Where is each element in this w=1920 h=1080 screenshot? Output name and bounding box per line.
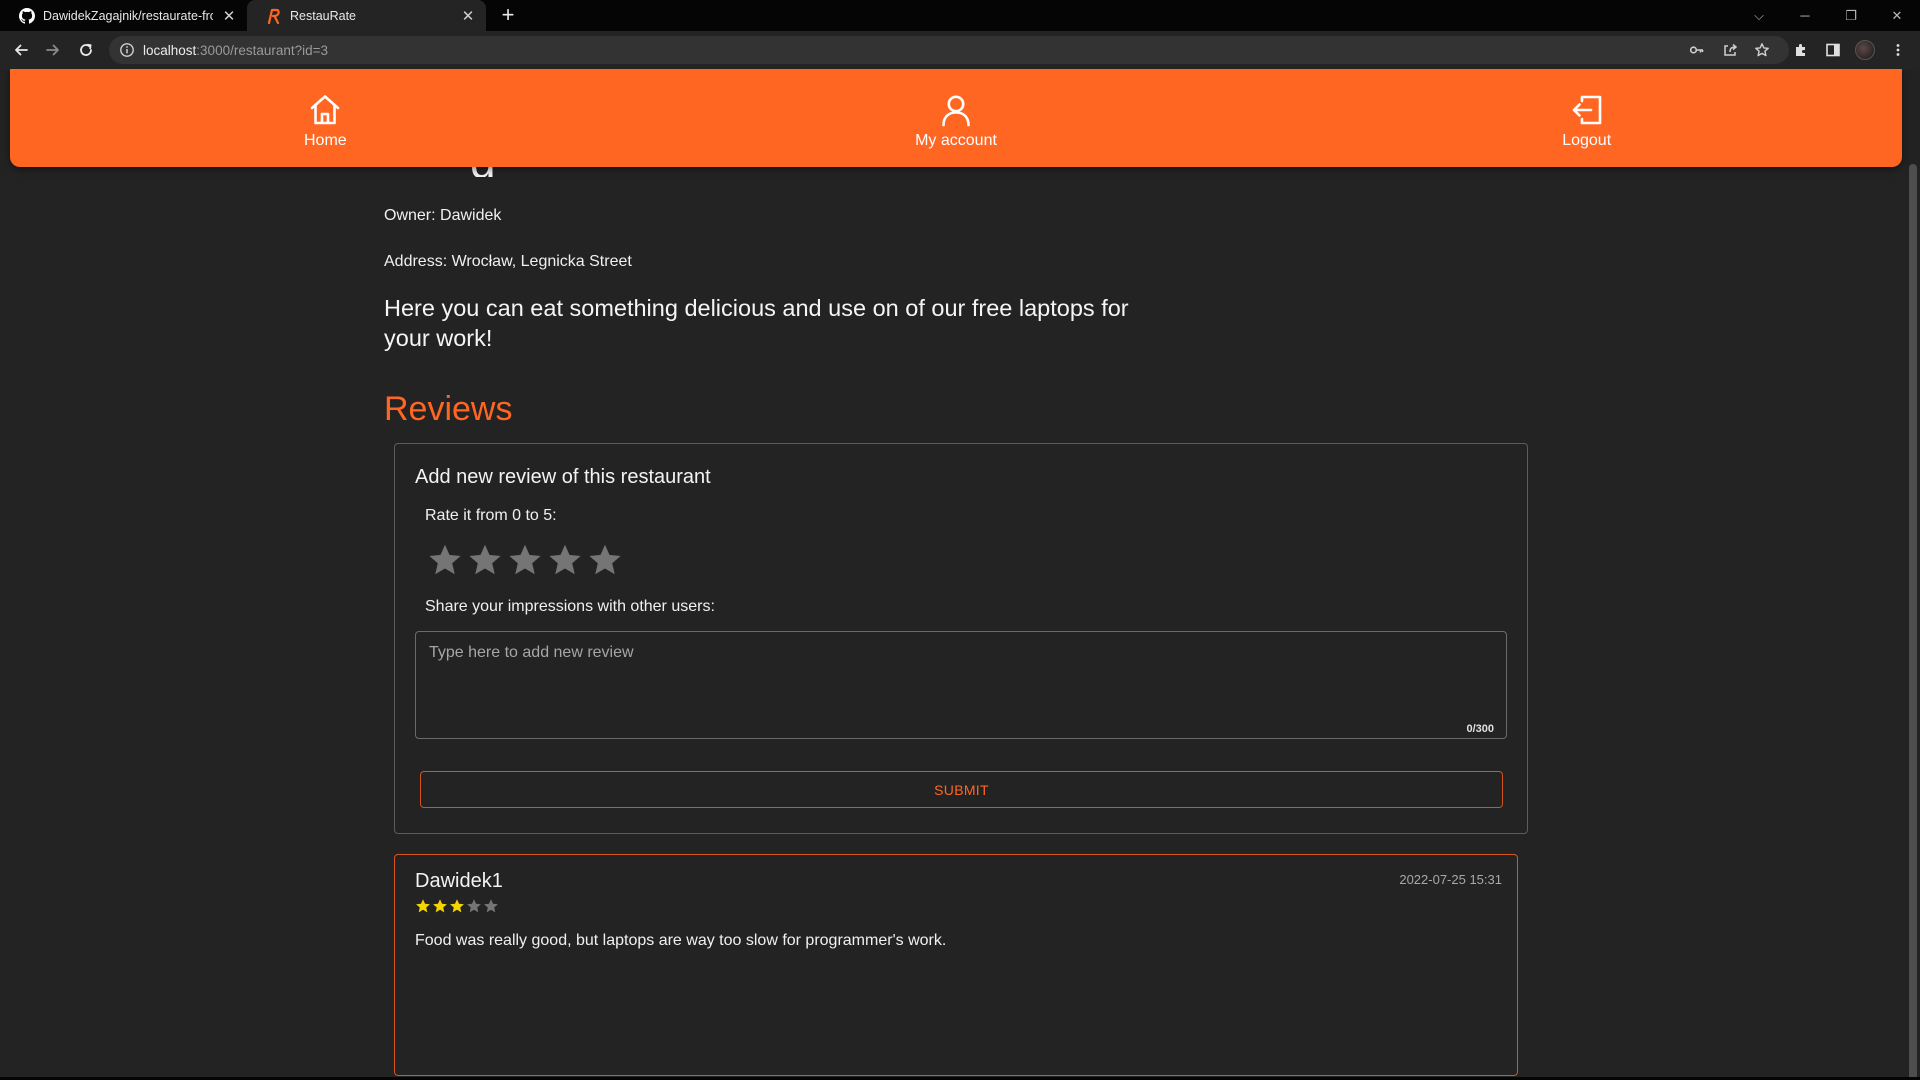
home-icon [311,95,340,125]
review-date: 2022-07-25 15:31 [1399,872,1502,887]
reload-button[interactable] [71,31,101,69]
close-icon[interactable]: ✕ [221,8,237,25]
nav-label: Home [303,132,347,149]
share-label: Share your impressions with other users: [425,598,715,615]
bookmark-star-icon[interactable] [1748,31,1776,69]
tab-search-icon[interactable]: ⌵ [1736,0,1782,31]
nav-my-account[interactable]: My account [641,69,1272,167]
review-author: Dawidek1 [415,870,503,892]
star-empty-icon[interactable] [587,542,623,578]
add-review-form: Add new review of this restaurant Rate i… [394,443,1528,834]
user-icon [942,95,970,127]
star-empty-icon [467,899,481,913]
star-empty-icon[interactable] [467,542,503,578]
star-empty-icon[interactable] [547,542,583,578]
page-viewport: Home My account Logout g Owner: Dawidek … [0,69,1920,1080]
window-close-button[interactable]: ✕ [1874,0,1920,31]
kebab-menu-icon[interactable] [1884,31,1912,69]
arrow-right-icon [46,44,59,56]
rate-label: Rate it from 0 to 5: [425,507,557,524]
arrow-left-icon [15,44,28,56]
side-panel-icon[interactable] [1819,31,1847,69]
review-text: Food was really good, but laptops are wa… [415,932,947,949]
reload-icon [80,43,92,56]
scrollbar-thumb[interactable] [1909,164,1917,1080]
extensions-icon[interactable] [1787,31,1815,69]
browser-tab-github[interactable]: DawidekZagajnik/restaurate-fron ✕ [0,0,247,31]
restaurant-address: Address: Wrocław, Legnicka Street [384,253,632,270]
review-card: Dawidek1 2022-07-25 15:31 Food was reall… [394,854,1518,1076]
star-filled-icon [450,899,464,913]
review-rating [415,898,499,914]
logout-icon [1572,95,1601,125]
star-filled-icon [416,899,430,913]
reviews-heading: Reviews [384,390,513,428]
browser-tab-restaurate[interactable]: RestauRate ✕ [247,0,486,31]
new-tab-button[interactable]: + [497,4,519,27]
nav-logout[interactable]: Logout [1271,69,1902,167]
star-empty-icon [484,899,498,913]
back-button[interactable] [6,31,36,69]
browser-tab-strip: DawidekZagajnik/restaurate-fron ✕ Restau… [0,0,1920,31]
nav-label: My account [915,132,997,149]
minimize-button[interactable]: ─ [1782,0,1828,31]
star-empty-icon[interactable] [507,542,543,578]
restore-button[interactable]: ❐ [1828,0,1874,31]
browser-toolbar: localhost:3000/restaurant?id=3 [0,31,1920,69]
restaurant-owner: Owner: Dawidek [384,207,502,224]
tab-title: DawidekZagajnik/restaurate-fron [43,8,213,23]
profile-avatar[interactable] [1851,31,1879,69]
github-icon [19,7,35,24]
tab-title: RestauRate [290,8,357,23]
url-host: localhost [143,42,197,58]
scrollbar[interactable] [1906,69,1920,1080]
restaurate-logo-icon [267,8,280,24]
nav-label: Logout [1562,132,1612,149]
nav-home[interactable]: Home [10,69,641,167]
app-navbar: Home My account Logout [10,69,1902,167]
restaurant-description: Here you can eat something delicious and… [384,295,1129,351]
submit-button[interactable]: SUBMIT [420,771,1503,808]
character-counter: 0/300 [1466,723,1494,735]
close-icon[interactable]: ✕ [460,8,476,25]
share-icon[interactable] [1716,31,1744,69]
avatar [1855,40,1875,60]
forward-button[interactable] [38,31,68,69]
key-icon[interactable] [1683,31,1711,69]
info-icon [120,43,134,57]
star-filled-icon [433,899,447,913]
review-textarea[interactable] [415,631,1507,739]
star-empty-icon[interactable] [427,542,463,578]
address-bar[interactable]: localhost:3000/restaurant?id=3 [109,36,1789,64]
rating-input [427,542,623,578]
form-title: Add new review of this restaurant [415,466,711,488]
url-path: :3000/restaurant?id=3 [196,42,329,58]
